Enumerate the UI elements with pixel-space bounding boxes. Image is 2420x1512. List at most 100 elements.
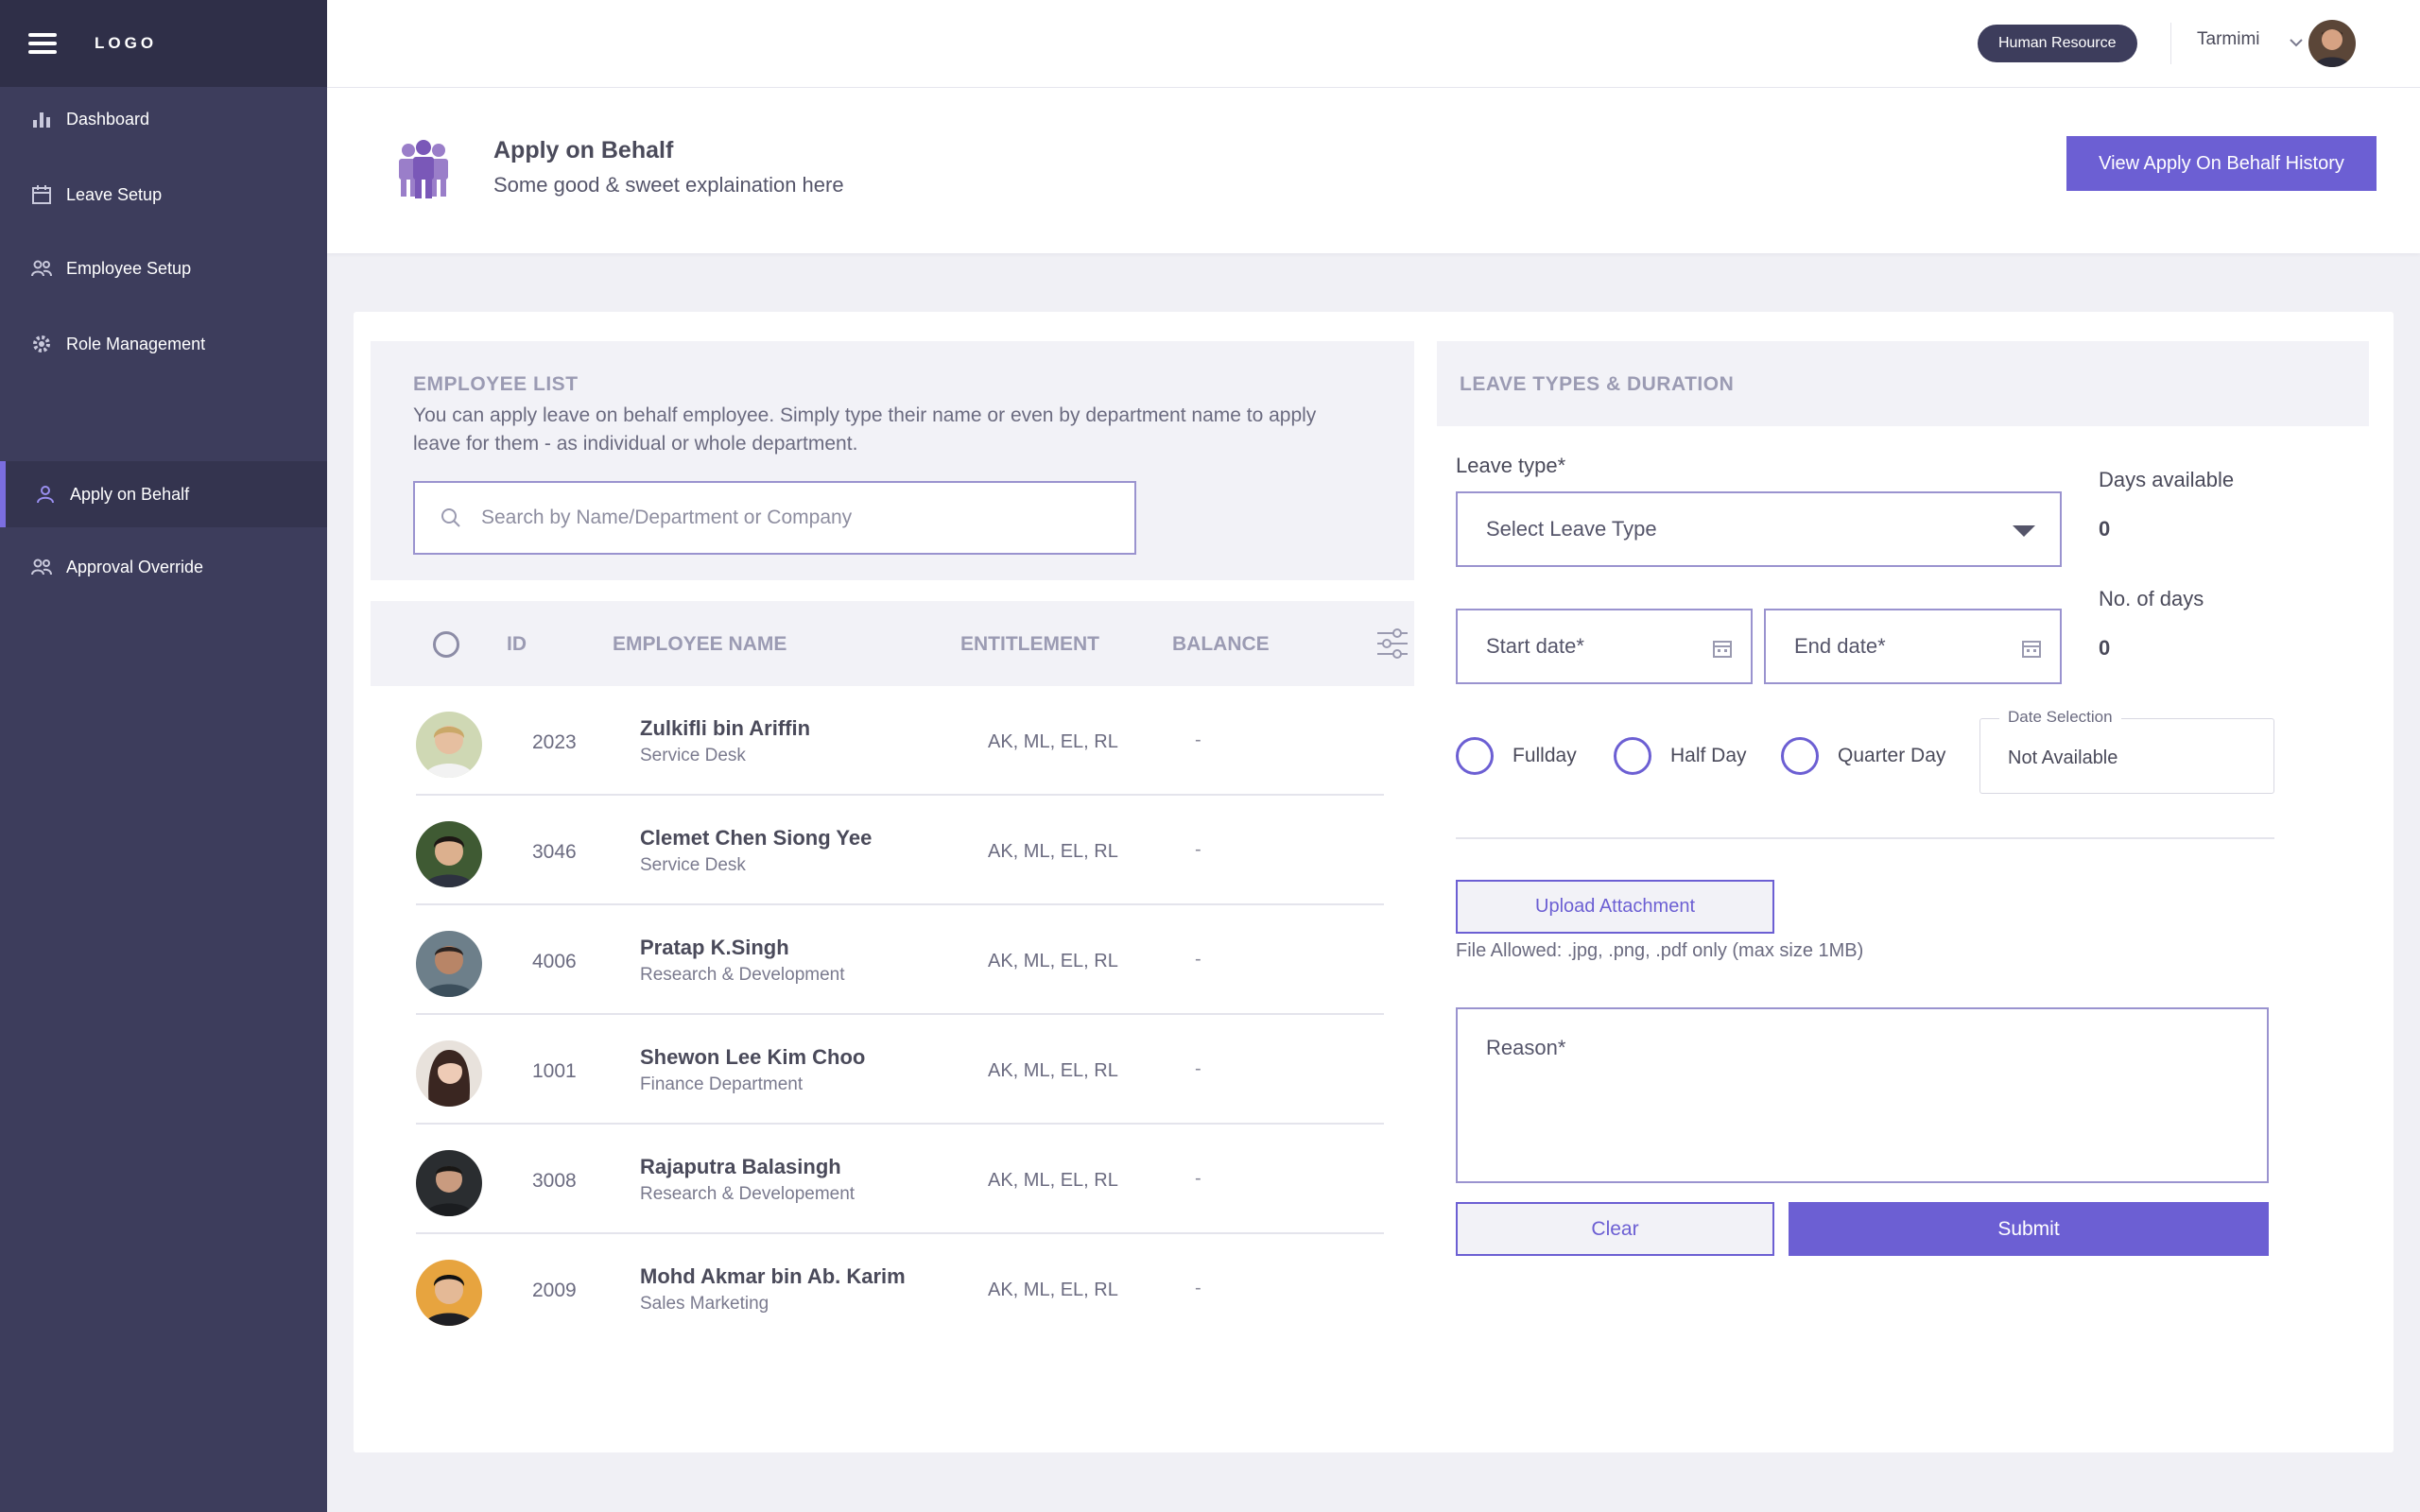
radio-button[interactable] — [1456, 737, 1494, 775]
employee-id: 1001 — [532, 1060, 577, 1082]
leave-types-panel: LEAVE TYPES & DURATION — [1437, 341, 2369, 426]
sidebar-item-label: Employee Setup — [66, 258, 192, 278]
employee-department: Sales Marketing — [640, 1294, 769, 1314]
employee-balance: - — [1195, 949, 1201, 970]
days-available-value: 0 — [2099, 517, 2111, 541]
user-avatar[interactable] — [2308, 20, 2356, 67]
table-row[interactable]: 1001 Shewon Lee Kim Choo Finance Departm… — [416, 1015, 1384, 1125]
employee-balance: - — [1195, 1058, 1201, 1079]
radio-button[interactable] — [1781, 737, 1819, 775]
user-name[interactable]: Tarmimi — [2197, 29, 2260, 50]
employee-id: 3046 — [532, 841, 577, 863]
file-allowed-note: File Allowed: .jpg, .png, .pdf only (max… — [1456, 940, 1864, 961]
search-field[interactable] — [413, 481, 1136, 555]
end-date-placeholder: End date* — [1794, 634, 1886, 658]
no-of-days-value: 0 — [2099, 636, 2111, 660]
chevron-down-icon[interactable] — [2288, 34, 2305, 51]
employee-balance: - — [1195, 839, 1201, 860]
radio-button[interactable] — [1614, 737, 1651, 775]
employee-id: 2023 — [532, 731, 577, 753]
filter-settings-icon[interactable] — [1374, 626, 1410, 662]
team-icon — [399, 140, 448, 198]
employee-entitlement: AK, ML, EL, RL — [988, 1170, 1118, 1191]
reason-input[interactable] — [1486, 1036, 2238, 1155]
users-icon — [28, 255, 55, 282]
employee-entitlement: AK, ML, EL, RL — [988, 731, 1118, 752]
form-divider — [1456, 837, 2274, 839]
employee-name: Mohd Akmar bin Ab. Karim — [640, 1264, 906, 1288]
quarter-day-radio[interactable]: Quarter Day — [1781, 737, 1945, 775]
calendar-icon — [28, 181, 55, 208]
table-row[interactable]: 3008 Rajaputra Balasingh Research & Deve… — [416, 1125, 1384, 1234]
sidebar-item-label: Apply on Behalf — [70, 484, 190, 504]
role-badge[interactable]: Human Resource — [1978, 25, 2137, 62]
table-row[interactable]: 4006 Pratap K.Singh Research & Developme… — [416, 905, 1384, 1015]
calendar-icon[interactable] — [1711, 637, 1734, 660]
start-date-field[interactable]: Start date* — [1456, 609, 1753, 684]
date-selection-label: Date Selection — [1999, 708, 2121, 727]
page-header: Apply on Behalf Some good & sweet explai… — [327, 88, 2420, 253]
column-header-id[interactable]: ID — [507, 633, 527, 656]
employee-department: Service Desk — [640, 746, 746, 765]
leave-type-label: Leave type* — [1456, 454, 1566, 477]
search-icon — [441, 508, 460, 527]
column-header-name[interactable]: EMPLOYEE NAME — [613, 633, 786, 656]
date-selection-field[interactable]: Date Selection Not Available — [1979, 708, 2274, 794]
end-date-field[interactable]: End date* — [1764, 609, 2062, 684]
sidebar-item-role-management[interactable]: Role Management — [0, 311, 327, 377]
main-card: EMPLOYEE LIST You can apply leave on beh… — [354, 312, 2394, 1452]
sidebar-item-apply-on-behalf[interactable]: Apply on Behalf — [0, 461, 327, 527]
radio-label: Half Day — [1670, 745, 1747, 766]
sidebar-item-approval-override[interactable]: Approval Override — [0, 534, 327, 600]
fullday-radio[interactable]: Fullday — [1456, 737, 1577, 775]
page-subtitle: Some good & sweet explaination here — [493, 173, 844, 197]
sidebar-item-dashboard[interactable]: Dashboard — [0, 86, 327, 152]
employee-entitlement: AK, ML, EL, RL — [988, 1280, 1118, 1300]
select-all-radio[interactable] — [433, 631, 459, 658]
calendar-icon[interactable] — [2020, 637, 2043, 660]
sidebar-header: LOGO — [0, 0, 327, 87]
sidebar-item-label: Dashboard — [66, 109, 150, 129]
date-selection-value: Not Available — [2008, 747, 2118, 768]
employee-avatar — [416, 1260, 482, 1326]
upload-attachment-button[interactable]: Upload Attachment — [1456, 880, 1774, 934]
sidebar-item-label: Approval Override — [66, 557, 204, 576]
half-day-radio[interactable]: Half Day — [1614, 737, 1747, 775]
column-header-balance[interactable]: BALANCE — [1172, 633, 1270, 656]
sidebar-item-leave-setup[interactable]: Leave Setup — [0, 162, 327, 228]
hamburger-menu-icon[interactable] — [28, 33, 57, 54]
reason-field[interactable] — [1456, 1007, 2269, 1183]
bar-chart-icon — [28, 106, 55, 132]
employee-name: Clemet Chen Siong Yee — [640, 826, 873, 850]
employee-balance: - — [1195, 730, 1201, 750]
clear-button[interactable]: Clear — [1456, 1202, 1774, 1256]
employee-avatar — [416, 821, 482, 887]
table-row[interactable]: 3046 Clemet Chen Siong Yee Service Desk … — [416, 796, 1384, 905]
employee-avatar — [416, 1150, 482, 1216]
sidebar-item-employee-setup[interactable]: Employee Setup — [0, 235, 327, 301]
view-history-button[interactable]: View Apply On Behalf History — [2066, 136, 2377, 191]
no-of-days-label: No. of days — [2099, 587, 2204, 610]
caret-down-icon — [2013, 525, 2035, 537]
employee-name: Pratap K.Singh — [640, 936, 789, 959]
employee-balance: - — [1195, 1278, 1201, 1298]
top-bar: Human Resource Tarmimi — [327, 0, 2420, 88]
employee-name: Shewon Lee Kim Choo — [640, 1045, 866, 1069]
search-input[interactable] — [481, 507, 1096, 529]
table-row[interactable]: 2023 Zulkifli bin Ariffin Service Desk A… — [416, 686, 1384, 796]
submit-button[interactable]: Submit — [1789, 1202, 2269, 1256]
leave-type-select[interactable]: Select Leave Type — [1456, 491, 2062, 567]
top-divider — [2170, 23, 2171, 64]
employee-department: Finance Department — [640, 1074, 804, 1094]
column-header-entitlement[interactable]: ENTITLEMENT — [960, 633, 1099, 656]
app-logo[interactable]: LOGO — [95, 34, 157, 53]
employee-list-description: You can apply leave on behalf employee. … — [413, 404, 1317, 455]
table-row[interactable]: 2009 Mohd Akmar bin Ab. Karim Sales Mark… — [416, 1234, 1384, 1344]
employee-department: Research & Development — [640, 965, 845, 985]
employee-list-title: EMPLOYEE LIST — [413, 373, 579, 395]
employee-entitlement: AK, ML, EL, RL — [988, 951, 1118, 971]
user-icon — [32, 481, 59, 507]
start-date-placeholder: Start date* — [1486, 634, 1584, 658]
leave-types-title: LEAVE TYPES & DURATION — [1460, 373, 1735, 395]
leave-type-value: Select Leave Type — [1486, 517, 1657, 541]
